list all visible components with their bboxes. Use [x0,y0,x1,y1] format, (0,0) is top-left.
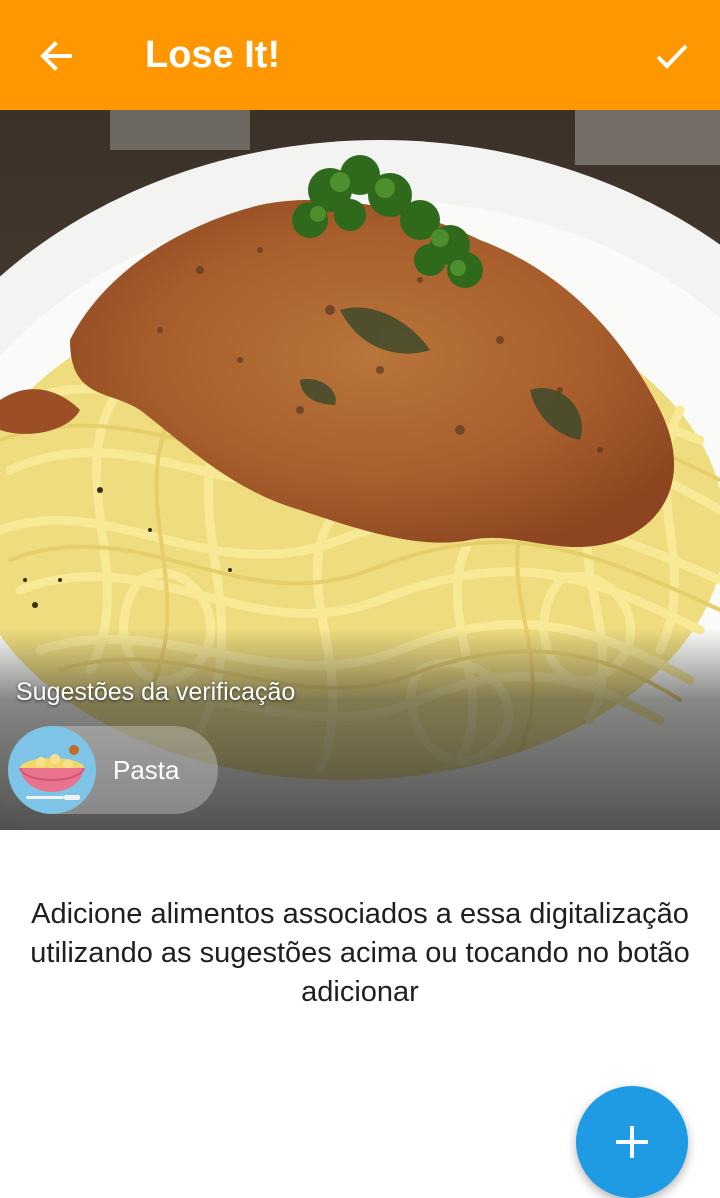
back-button[interactable] [30,30,82,82]
pasta-bowl-icon [8,726,96,814]
check-icon [656,44,688,69]
app-bar: Lose It! [0,0,720,110]
suggestions-title: Sugestões da verificação [16,678,296,706]
instruction-text: Adicione alimentos associados a essa dig… [30,898,690,1008]
suggestion-chip-pasta[interactable]: Pasta [8,726,218,814]
arrow-left-icon [40,41,72,71]
confirm-button[interactable] [646,30,698,82]
plus-icon [616,1126,648,1158]
photo-gradient-overlay [0,110,720,830]
food-photo: Sugestões da verificação Pasta [0,110,720,830]
app-title: Lose It! [145,34,281,76]
suggestion-chip-label: Pasta [113,755,180,785]
add-food-button[interactable] [576,1086,688,1198]
